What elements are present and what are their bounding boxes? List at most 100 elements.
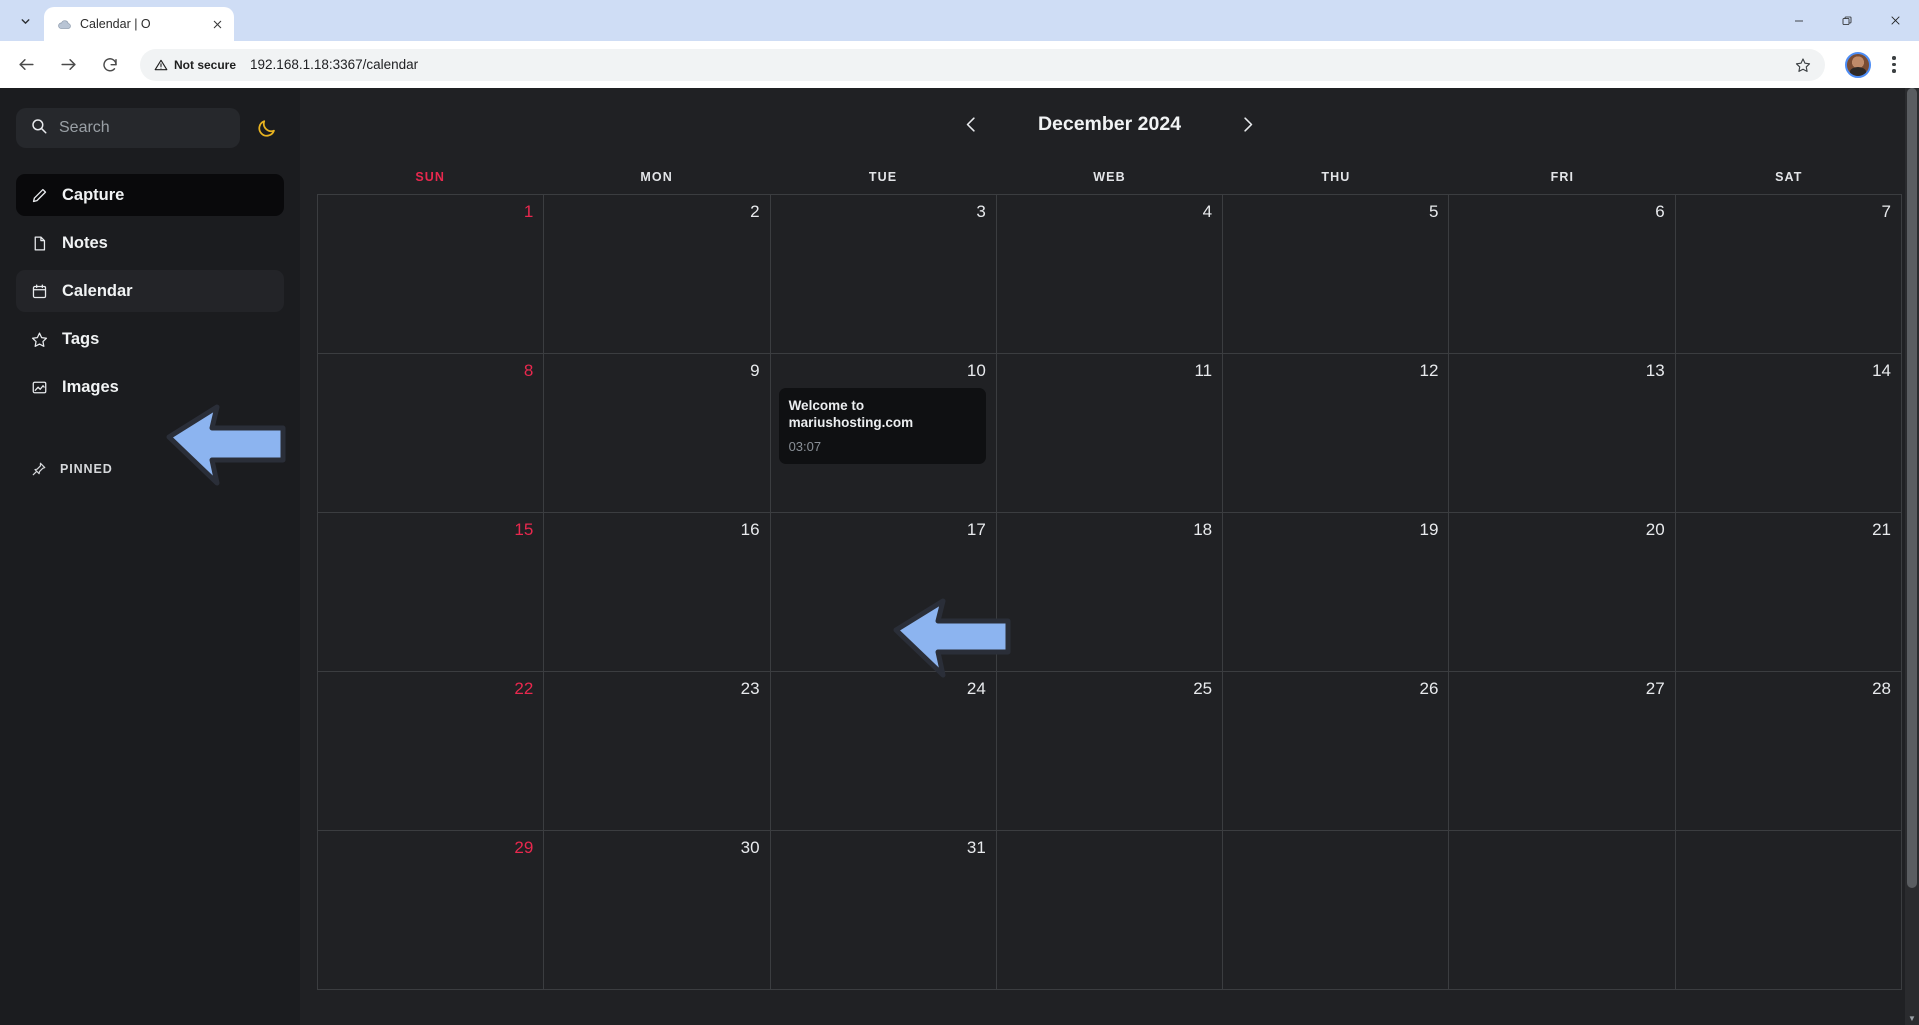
day-number: 10 — [966, 361, 986, 380]
tab-search-icon[interactable] — [10, 6, 40, 36]
calendar-day-cell[interactable]: 15 — [318, 513, 545, 672]
calendar-day-cell[interactable]: 17 — [770, 513, 997, 672]
calendar-day-cell[interactable] — [1449, 831, 1676, 990]
day-number: 5 — [1428, 202, 1439, 221]
scrollbar-down-arrow-icon[interactable]: ▼ — [1905, 1011, 1919, 1025]
calendar-day-cell[interactable]: 6 — [1449, 195, 1676, 354]
close-window-icon[interactable] — [1871, 0, 1919, 41]
tab-close-icon[interactable] — [208, 15, 226, 33]
day-number: 2 — [750, 202, 760, 221]
weekday-header-row: SUN MON TUE WEB THU FRI SAT — [300, 160, 1919, 194]
page-scrollbar[interactable]: ▼ — [1905, 88, 1919, 1025]
back-arrow-icon[interactable] — [9, 48, 43, 82]
calendar-day-cell[interactable]: 26 — [1223, 672, 1450, 831]
weekday-label: TUE — [868, 170, 898, 184]
calendar-day-cell[interactable]: 19 — [1223, 513, 1450, 672]
calendar-icon — [30, 282, 49, 301]
calendar-day-cell[interactable]: 28 — [1675, 672, 1902, 831]
chevron-right-icon[interactable] — [1233, 109, 1263, 139]
browser-toolbar: Not secure 192.168.1.18:3367/calendar — [0, 41, 1919, 88]
day-number: 24 — [966, 679, 986, 698]
sidebar-item-tags[interactable]: Tags — [16, 318, 284, 360]
scrollbar-thumb[interactable] — [1907, 88, 1917, 888]
pinned-section-header: PINNED — [16, 460, 284, 477]
pencil-icon — [30, 186, 49, 205]
calendar-event[interactable]: Welcome to mariushosting.com 03:07 — [778, 388, 986, 464]
calendar-day-cell[interactable]: 7 — [1675, 195, 1902, 354]
day-number: 21 — [1872, 520, 1891, 539]
weekday-label: MON — [640, 170, 673, 184]
calendar-day-cell[interactable]: 27 — [1449, 672, 1676, 831]
calendar-day-cell[interactable]: 31 — [770, 831, 997, 990]
calendar-day-cell[interactable]: 3 — [770, 195, 997, 354]
day-number: 22 — [514, 679, 534, 698]
day-number: 20 — [1645, 520, 1665, 539]
warning-triangle-icon — [154, 59, 168, 70]
event-time: 03:07 — [788, 438, 822, 454]
calendar-day-cell[interactable]: 13 — [1449, 354, 1676, 513]
calendar-day-cell[interactable]: 5 — [1223, 195, 1450, 354]
calendar-day-cell[interactable]: 23 — [544, 672, 771, 831]
sidebar-item-label: Capture — [62, 185, 125, 204]
browser-tab[interactable]: Calendar | O — [44, 7, 234, 41]
tab-strip: Calendar | O — [0, 0, 1919, 41]
sidebar-item-images[interactable]: Images — [16, 366, 284, 408]
image-icon — [30, 378, 49, 397]
calendar-day-cell[interactable]: 20 — [1449, 513, 1676, 672]
calendar-day-cell[interactable]: 9 — [544, 354, 771, 513]
day-number: 26 — [1419, 679, 1439, 698]
calendar-day-cell[interactable]: 16 — [544, 513, 771, 672]
day-number: 23 — [740, 679, 760, 698]
calendar-day-cell[interactable]: 11 — [996, 354, 1224, 513]
calendar-day-cell[interactable]: 10 Welcome to mariushosting.com 03:07 — [770, 354, 997, 513]
calendar-day-cell[interactable] — [1675, 831, 1902, 990]
sidebar-item-capture[interactable]: Capture — [16, 174, 284, 216]
moon-icon[interactable] — [248, 110, 284, 146]
page-viewport: Search Capture Notes Calendar Tags Image… — [0, 88, 1919, 1025]
day-number: 11 — [1194, 361, 1213, 380]
day-number: 13 — [1645, 361, 1665, 380]
forward-arrow-icon[interactable] — [51, 48, 85, 82]
sidebar-item-notes[interactable]: Notes — [16, 222, 284, 264]
day-number: 7 — [1881, 202, 1891, 221]
day-number: 12 — [1419, 361, 1439, 380]
star-icon[interactable] — [1789, 51, 1817, 79]
pin-icon — [30, 460, 47, 477]
calendar-day-cell[interactable]: 14 — [1675, 354, 1902, 513]
day-number: 3 — [976, 202, 986, 221]
calendar-day-cell[interactable]: 25 — [996, 672, 1224, 831]
calendar-day-cell[interactable]: 21 — [1675, 513, 1902, 672]
calendar-day-cell[interactable]: 22 — [318, 672, 545, 831]
calendar-day-cell[interactable]: 30 — [544, 831, 771, 990]
calendar-day-cell[interactable] — [996, 831, 1224, 990]
day-number: 17 — [966, 520, 986, 539]
day-number: 29 — [514, 838, 534, 857]
reload-icon[interactable] — [93, 48, 127, 82]
security-status[interactable]: Not secure — [154, 58, 236, 72]
chevron-left-icon[interactable] — [957, 109, 987, 139]
calendar-day-cell[interactable]: 18 — [996, 513, 1224, 672]
day-number: 14 — [1872, 361, 1891, 380]
tab-title: Calendar | O — [80, 17, 151, 31]
sidebar-item-calendar[interactable]: Calendar — [16, 270, 284, 312]
calendar-month-title: December 2024 — [1037, 112, 1182, 135]
calendar-day-cell[interactable]: 24 — [770, 672, 997, 831]
day-number: 15 — [514, 520, 534, 539]
calendar-day-cell[interactable]: 8 — [318, 354, 545, 513]
calendar-day-cell[interactable]: 29 — [318, 831, 545, 990]
document-icon — [30, 234, 49, 253]
day-number: 4 — [1202, 202, 1213, 221]
address-bar[interactable]: Not secure 192.168.1.18:3367/calendar — [140, 48, 1825, 81]
kebab-menu-icon[interactable] — [1879, 50, 1909, 80]
calendar-day-cell[interactable]: 1 — [318, 195, 545, 354]
calendar-day-cell[interactable]: 2 — [544, 195, 771, 354]
star-icon — [30, 330, 49, 349]
restore-icon[interactable] — [1823, 0, 1871, 41]
minimize-icon[interactable] — [1775, 0, 1823, 41]
day-number: 25 — [1193, 679, 1213, 698]
calendar-day-cell[interactable]: 12 — [1223, 354, 1450, 513]
calendar-day-cell[interactable] — [1223, 831, 1450, 990]
search-input[interactable]: Search — [16, 108, 240, 148]
calendar-day-cell[interactable]: 4 — [996, 195, 1224, 354]
profile-avatar[interactable] — [1845, 51, 1871, 78]
